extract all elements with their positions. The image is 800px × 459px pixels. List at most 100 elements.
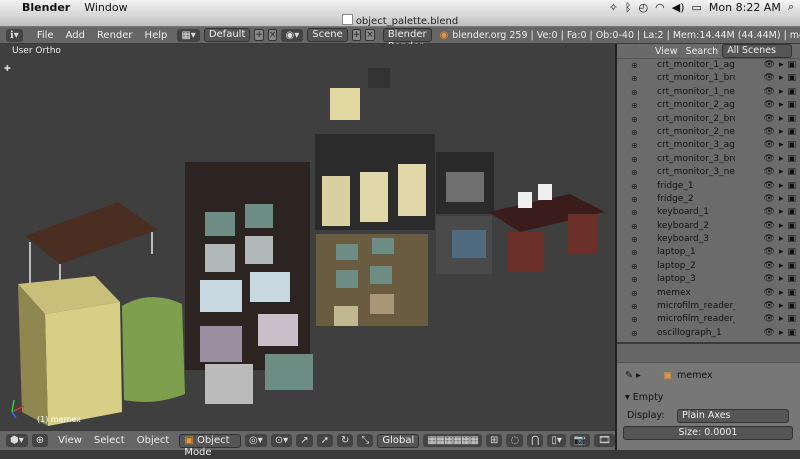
outliner-item-name[interactable]: crt_monitor_3_new	[657, 166, 735, 179]
visibility-eye-icon[interactable]: 👁	[764, 113, 775, 126]
visibility-eye-icon[interactable]: 👁	[764, 193, 775, 206]
outliner-item-name[interactable]: keyboard_3	[657, 233, 735, 246]
outliner-item-name[interactable]: microfilm_reader_1	[657, 300, 735, 313]
scale-manipulator-icon[interactable]: ⤡	[357, 434, 374, 447]
outliner-menu-view[interactable]: View	[655, 46, 678, 57]
expand-arrow-icon[interactable]: ⊕	[631, 126, 638, 139]
visibility-eye-icon[interactable]: 👁	[764, 287, 775, 300]
mode-select[interactable]: ▣ Object Mode	[179, 433, 242, 458]
empty-size-field[interactable]: Size: 0.0001	[623, 426, 793, 440]
outliner-panel[interactable]: View Search All Scenes ⊕ crt_monitor_1_ag…	[617, 44, 800, 342]
restrict-select-icon[interactable]: ▸	[779, 126, 784, 139]
outliner-item-name[interactable]: crt_monitor_1_broken	[657, 72, 735, 85]
outliner-item-name[interactable]: crt_monitor_2_new	[657, 126, 735, 139]
menu-help[interactable]: Help	[145, 30, 168, 41]
outliner-filter-select[interactable]: All Scenes	[722, 44, 793, 58]
visibility-eye-icon[interactable]: 👁	[764, 166, 775, 179]
menu-window[interactable]: Window	[84, 1, 127, 14]
outliner-row[interactable]: ⊕ laptop_2 👁 ▸ ▣	[617, 260, 800, 273]
visibility-eye-icon[interactable]: 👁	[764, 139, 775, 152]
outliner-row[interactable]: ⊕ keyboard_3 👁 ▸ ▣	[617, 233, 800, 246]
menu-view[interactable]: View	[58, 435, 82, 446]
outliner-item-name[interactable]: crt_monitor_3_broken	[657, 153, 735, 166]
wifi-icon[interactable]: ◠	[655, 1, 665, 14]
outliner-item-name[interactable]: fridge_2	[657, 193, 735, 206]
visibility-eye-icon[interactable]: 👁	[764, 233, 775, 246]
visibility-eye-icon[interactable]: 👁	[764, 99, 775, 112]
layers-grid-icon[interactable]: ▦▦▦▦▦▦	[423, 434, 482, 447]
menu-file[interactable]: File	[37, 30, 54, 41]
computer-stack[interactable]	[315, 68, 435, 326]
expand-arrow-icon[interactable]: ⊕	[631, 300, 638, 313]
restrict-select-icon[interactable]: ▸	[779, 113, 784, 126]
3d-viewport[interactable]: User Ortho ✚ (1) memex	[0, 44, 615, 430]
outliner-row[interactable]: ⊕ laptop_3 👁 ▸ ▣	[617, 273, 800, 286]
proportional-edit-icon[interactable]: ◌	[506, 434, 524, 447]
visibility-eye-icon[interactable]: 👁	[764, 300, 775, 313]
expand-arrow-icon[interactable]: ⊕	[631, 233, 638, 246]
outliner-item-name[interactable]: laptop_2	[657, 260, 735, 273]
outliner-item-name[interactable]: oscillograph_1	[657, 327, 735, 340]
visibility-eye-icon[interactable]: 👁	[764, 153, 775, 166]
restrict-render-icon[interactable]: ▣	[787, 99, 796, 112]
visibility-eye-icon[interactable]: 👁	[764, 260, 775, 273]
outliner-row[interactable]: ⊕ crt_monitor_3_aged 👁 ▸▣	[617, 139, 800, 152]
expand-arrow-icon[interactable]: ⊕	[631, 86, 638, 99]
visibility-eye-icon[interactable]: 👁	[764, 313, 775, 326]
scene-icon[interactable]: ◉▾	[281, 28, 304, 42]
remove-layout-button[interactable]: ×	[267, 29, 278, 41]
battery-icon[interactable]: ▭	[692, 1, 702, 14]
outliner-row[interactable]: ⊕ laptop_1 👁 ▸ ▣	[617, 246, 800, 259]
restrict-select-icon[interactable]: ▸	[779, 300, 784, 313]
editor-type-info-icon[interactable]: ℹ▾	[6, 28, 23, 42]
rotate-manipulator-icon[interactable]: ↻	[336, 434, 354, 447]
add-layout-button[interactable]: +	[254, 29, 264, 41]
expand-arrow-icon[interactable]: ⊕	[631, 246, 638, 259]
render-preview-icon[interactable]: 📷	[569, 434, 591, 447]
outliner-row[interactable]: ⊕ keyboard_2 👁 ▸ ▣	[617, 220, 800, 233]
screen-layout-field[interactable]: Default	[203, 28, 251, 42]
restrict-render-icon[interactable]: ▣	[787, 300, 796, 313]
editor-type-3dview-icon[interactable]: ⬢▾	[6, 434, 28, 447]
outliner-row[interactable]: ⊕ crt_monitor_2_aged 👁 ▸▣	[617, 99, 800, 112]
fridge-2-object[interactable]	[122, 296, 185, 402]
restrict-render-icon[interactable]: ▣	[787, 86, 796, 99]
outliner-row[interactable]: ⊕ fridge_2 👁 ▸ ▣	[617, 193, 800, 206]
outliner-item-name[interactable]: microfilm_reader_2	[657, 313, 735, 326]
restrict-select-icon[interactable]: ▸	[779, 313, 784, 326]
visibility-eye-icon[interactable]: 👁	[764, 246, 775, 259]
outliner-item-name[interactable]: crt_monitor_2_aged	[657, 99, 735, 112]
expand-arrow-icon[interactable]: ⊕	[631, 260, 638, 273]
restrict-select-icon[interactable]: ▸	[779, 220, 784, 233]
restrict-render-icon[interactable]: ▣	[787, 327, 796, 340]
restrict-render-icon[interactable]: ▣	[787, 126, 796, 139]
expand-arrow-icon[interactable]: ⊕	[631, 327, 638, 340]
collapse-menus-icon[interactable]: ⊕	[31, 434, 49, 447]
menu-select[interactable]: Select	[94, 435, 125, 446]
outliner-row[interactable]: ⊕ keyboard_1 👁 ▸ ▣	[617, 206, 800, 219]
outliner-row[interactable]: ⊕ crt_monitor_1_new 👁 ▸ ▣	[617, 86, 800, 99]
restrict-select-icon[interactable]: ▸	[779, 72, 784, 85]
restrict-select-icon[interactable]: ▸	[779, 180, 784, 193]
crt-monitor-stack[interactable]	[185, 162, 313, 404]
menu-clock[interactable]: Mon 8:22 AM	[709, 1, 781, 14]
visibility-eye-icon[interactable]: 👁	[764, 327, 775, 340]
restrict-select-icon[interactable]: ▸	[779, 139, 784, 152]
restrict-render-icon[interactable]: ▣	[787, 313, 796, 326]
transform-orientation-select[interactable]: Global	[377, 433, 420, 448]
outliner-item-name[interactable]: crt_monitor_1_new	[657, 86, 735, 99]
scene-field[interactable]: Scene	[307, 28, 348, 42]
menu-add[interactable]: Add	[66, 30, 85, 41]
screen-layout-icon[interactable]: ▦▾	[177, 28, 200, 42]
expand-arrow-icon[interactable]: ⊕	[631, 313, 638, 326]
restrict-render-icon[interactable]: ▣	[787, 260, 796, 273]
restrict-select-icon[interactable]: ▸	[779, 273, 784, 286]
visibility-eye-icon[interactable]: 👁	[764, 206, 775, 219]
dropbox-icon[interactable]: ✧	[609, 1, 618, 14]
outliner-item-name[interactable]: crt_monitor_3_aged	[657, 139, 735, 152]
visibility-eye-icon[interactable]: 👁	[764, 126, 775, 139]
restrict-select-icon[interactable]: ▸	[779, 233, 784, 246]
restrict-render-icon[interactable]: ▣	[787, 246, 796, 259]
restrict-select-icon[interactable]: ▸	[779, 59, 784, 72]
outliner-item-name[interactable]: laptop_3	[657, 273, 735, 286]
